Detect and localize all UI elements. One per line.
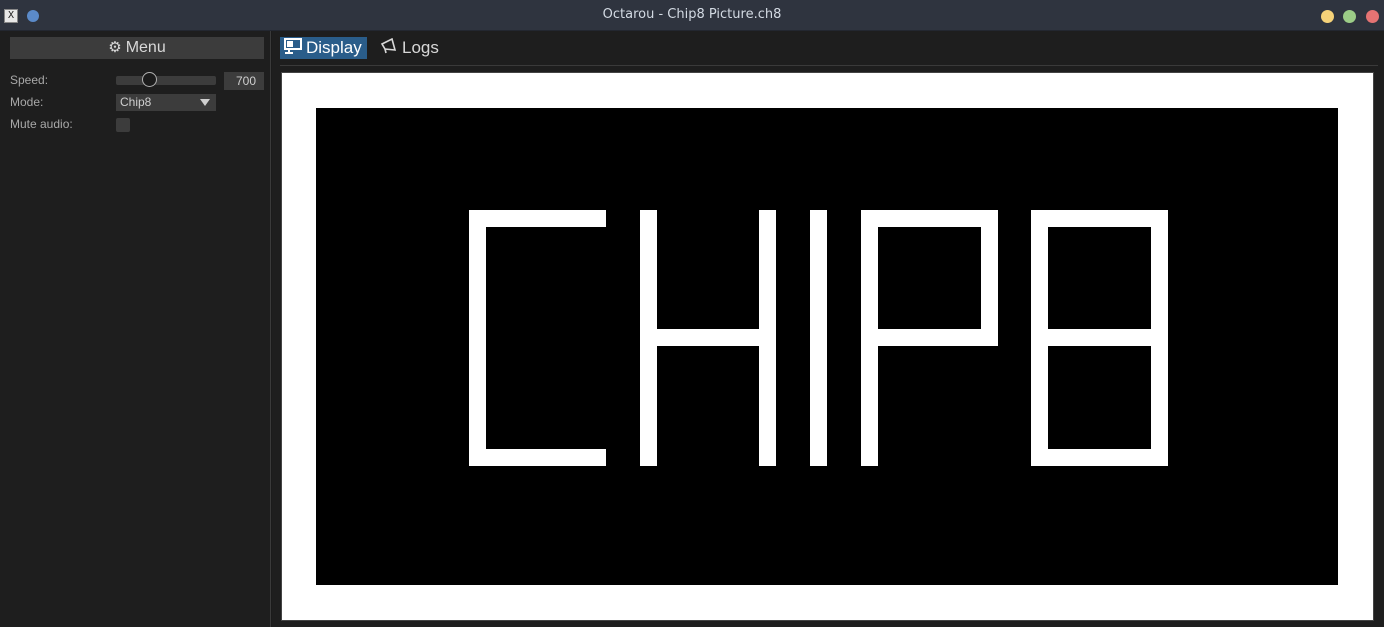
speed-slider[interactable] — [116, 72, 216, 87]
chevron-down-icon — [200, 99, 210, 106]
mute-audio-label: Mute audio: — [10, 117, 73, 131]
tab-logs-label: Logs — [402, 38, 439, 57]
tab-display[interactable]: Display — [280, 37, 367, 59]
tab-logs[interactable]: Logs — [376, 37, 443, 59]
main-area: Display Logs — [272, 31, 1384, 627]
display-frame — [281, 72, 1374, 621]
maximize-button[interactable] — [1343, 10, 1356, 23]
emulator-screen — [316, 108, 1338, 585]
minimize-button[interactable] — [1321, 10, 1334, 23]
speed-slider-handle[interactable] — [141, 72, 157, 87]
gear-icon: ⚙ — [108, 39, 122, 56]
tab-display-label: Display — [306, 38, 362, 57]
menu-label: Menu — [125, 39, 166, 56]
close-button[interactable] — [1366, 10, 1379, 23]
settings-panel: ⚙ Menu Speed: 700 Mode: Chip8 Mute audio: — [0, 31, 271, 627]
chip8-picture — [469, 210, 1168, 466]
megaphone-icon — [380, 37, 398, 60]
monitor-icon — [284, 37, 302, 60]
mode-select-value: Chip8 — [120, 95, 152, 109]
tab-divider — [280, 65, 1378, 66]
title-bar: X Octarou - Chip8 Picture.ch8 — [0, 0, 1384, 31]
speed-value-input[interactable]: 700 — [224, 72, 264, 90]
mode-label: Mode: — [10, 95, 44, 109]
menu-button[interactable]: ⚙ Menu — [10, 37, 264, 59]
mute-audio-checkbox[interactable] — [116, 118, 130, 132]
mode-select[interactable]: Chip8 — [116, 94, 216, 111]
speed-label: Speed: — [10, 73, 49, 87]
window-title: Octarou - Chip8 Picture.ch8 — [602, 7, 782, 22]
